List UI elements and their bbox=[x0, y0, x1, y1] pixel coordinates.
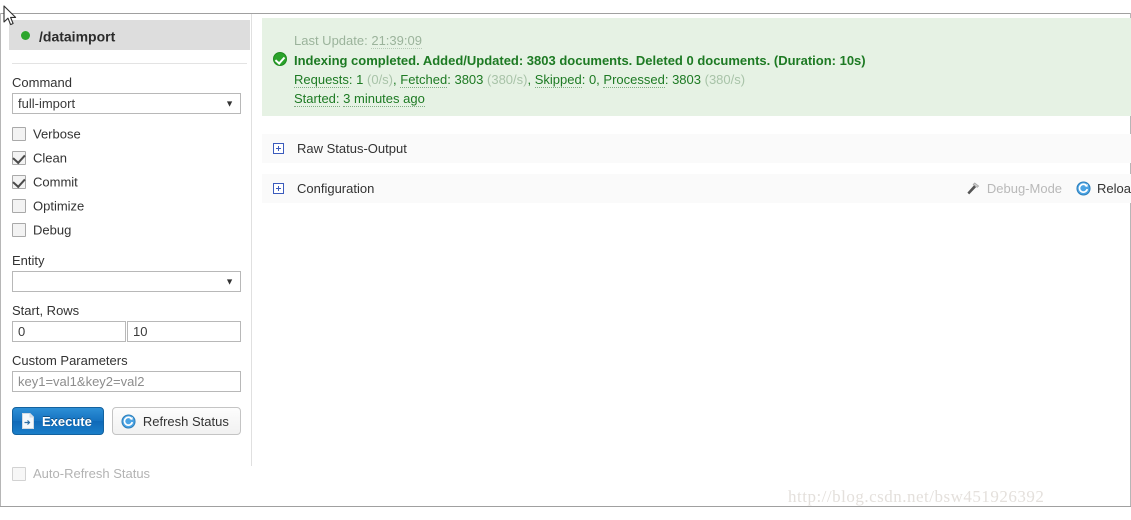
handler-header: /dataimport bbox=[9, 20, 250, 50]
checkbox-debug[interactable]: Debug bbox=[9, 218, 250, 242]
checkbox-label: Commit bbox=[33, 174, 78, 190]
fetched-rate: (380/s) bbox=[487, 72, 528, 87]
processed-rate: (380/s) bbox=[704, 72, 746, 87]
dataimport-sidebar: /dataimport Command full-import ▼ Verbos… bbox=[9, 20, 250, 484]
rows-input[interactable]: 10 bbox=[127, 321, 241, 342]
watermark: http://blog.csdn.net/bsw451926392 bbox=[788, 487, 1045, 506]
refresh-status-button[interactable]: Refresh Status bbox=[111, 407, 241, 435]
custom-parameters-label: Custom Parameters bbox=[12, 353, 128, 368]
checkbox-icon[interactable] bbox=[12, 198, 26, 213]
reload-label: Reloa bbox=[1097, 181, 1131, 196]
start-rows-label: Start, Rows bbox=[12, 303, 80, 318]
started-label: Started: bbox=[294, 91, 340, 107]
chevron-down-icon: ▼ bbox=[225, 98, 234, 108]
command-select[interactable]: full-import ▼ bbox=[12, 93, 241, 114]
expand-plus-icon[interactable] bbox=[273, 143, 284, 154]
window-left-edge bbox=[0, 13, 1, 506]
hammer-icon bbox=[965, 181, 981, 197]
start-rows-inputs: 0 10 bbox=[12, 321, 250, 342]
checkbox-icon[interactable] bbox=[12, 222, 26, 237]
window-top-rule bbox=[0, 13, 1131, 14]
checkbox-label: Verbose bbox=[33, 126, 81, 142]
last-update-time: 21:39:09 bbox=[371, 33, 422, 49]
taskbar-icon-2[interactable] bbox=[648, 516, 660, 520]
checkbox-icon[interactable] bbox=[12, 466, 26, 481]
sidebar-divider bbox=[12, 63, 247, 64]
mouse-cursor-icon bbox=[3, 5, 18, 30]
fetched-value: 3803 bbox=[454, 72, 484, 87]
last-update-line: Last Update: 21:39:09 bbox=[262, 31, 1131, 50]
checkbox-optimize[interactable]: Optimize bbox=[9, 194, 250, 218]
command-value: full-import bbox=[18, 96, 76, 111]
execute-button-label: Execute bbox=[42, 413, 92, 429]
execute-document-icon bbox=[21, 413, 35, 429]
checkbox-label: Debug bbox=[33, 222, 72, 238]
custom-parameters-placeholder: key1=val1&key2=val2 bbox=[18, 374, 145, 389]
solr-dataimport-screen: /dataimport Command full-import ▼ Verbos… bbox=[0, 0, 1131, 520]
taskbar-icon-4[interactable] bbox=[1047, 516, 1063, 520]
option-checkbox-group: Verbose Clean Commit Optimize Debug bbox=[9, 122, 250, 242]
status-counters-line: Requests: 1 (0/s), Fetched: 3803 (380/s)… bbox=[294, 72, 746, 88]
accordion-label: Configuration bbox=[297, 181, 375, 196]
refresh-circular-arrow-icon bbox=[121, 413, 136, 429]
auto-refresh-status-toggle[interactable]: Auto-Refresh Status bbox=[12, 464, 250, 484]
last-update-label: Last Update: bbox=[294, 33, 368, 48]
requests-label: Requests bbox=[294, 72, 349, 88]
start-input[interactable]: 0 bbox=[12, 321, 126, 342]
checkbox-icon-checked[interactable] bbox=[12, 174, 26, 189]
sidebar-content-divider bbox=[251, 14, 252, 466]
checkbox-label: Optimize bbox=[33, 198, 85, 214]
debug-mode-label: Debug-Mode bbox=[986, 181, 1063, 196]
skipped-value: 0 bbox=[588, 72, 597, 87]
skipped-label: Skipped bbox=[534, 72, 582, 88]
checkbox-icon[interactable] bbox=[12, 126, 26, 141]
processed-label: Processed bbox=[603, 72, 665, 88]
processed-value: 3803 bbox=[672, 72, 701, 87]
fetched-label: Fetched bbox=[400, 72, 448, 88]
taskbar-icon-3[interactable] bbox=[781, 516, 791, 520]
execute-button[interactable]: Execute bbox=[12, 407, 104, 435]
auto-refresh-label: Auto-Refresh Status bbox=[33, 466, 151, 481]
status-banner: Last Update: 21:39:09 Indexing completed… bbox=[262, 18, 1131, 116]
requests-rate: (0/s) bbox=[367, 72, 394, 87]
checkbox-label: Clean bbox=[33, 150, 67, 166]
started-value: 3 minutes ago bbox=[343, 91, 425, 107]
taskbar-sliver bbox=[0, 507, 1131, 520]
status-dot-icon bbox=[21, 30, 30, 40]
taskbar-icon-1[interactable] bbox=[520, 516, 536, 520]
checkbox-commit[interactable]: Commit bbox=[9, 170, 250, 194]
debug-mode-button[interactable]: Debug-Mode bbox=[965, 181, 1062, 197]
refresh-status-button-label: Refresh Status bbox=[142, 413, 229, 429]
reload-circular-arrow-icon bbox=[1076, 181, 1091, 196]
accordion-configuration[interactable]: Configuration Debug-Mode Reloa bbox=[262, 174, 1131, 203]
rows-value: 10 bbox=[133, 324, 148, 339]
handler-name: /dataimport bbox=[39, 28, 116, 45]
expand-plus-icon[interactable] bbox=[273, 183, 284, 194]
chevron-down-icon: ▼ bbox=[225, 276, 234, 286]
status-message: Indexing completed. Added/Updated: 3803 … bbox=[294, 53, 866, 68]
accordion-label: Raw Status-Output bbox=[297, 141, 407, 156]
dataimport-content: Last Update: 21:39:09 Indexing completed… bbox=[262, 18, 1131, 203]
accordion-raw-status-output[interactable]: Raw Status-Output bbox=[262, 134, 1131, 163]
entity-select[interactable]: ▼ bbox=[12, 271, 241, 292]
checkbox-clean[interactable]: Clean bbox=[9, 146, 250, 170]
checkbox-verbose[interactable]: Verbose bbox=[9, 122, 250, 146]
custom-parameters-input[interactable]: key1=val1&key2=val2 bbox=[12, 371, 241, 392]
reload-button[interactable]: Reloa bbox=[1076, 181, 1131, 196]
action-button-row: Execute Refresh Status bbox=[12, 407, 250, 435]
entity-label: Entity bbox=[12, 253, 45, 268]
checkbox-icon-checked[interactable] bbox=[12, 150, 26, 165]
started-line: Started: 3 minutes ago bbox=[262, 89, 1131, 108]
configuration-actions: Debug-Mode Reloa bbox=[951, 174, 1131, 203]
success-check-icon bbox=[273, 52, 287, 66]
requests-value: 1 bbox=[356, 72, 364, 87]
status-message-line: Indexing completed. Added/Updated: 3803 … bbox=[262, 50, 1131, 70]
command-label: Command bbox=[12, 75, 72, 90]
start-value: 0 bbox=[18, 324, 26, 339]
